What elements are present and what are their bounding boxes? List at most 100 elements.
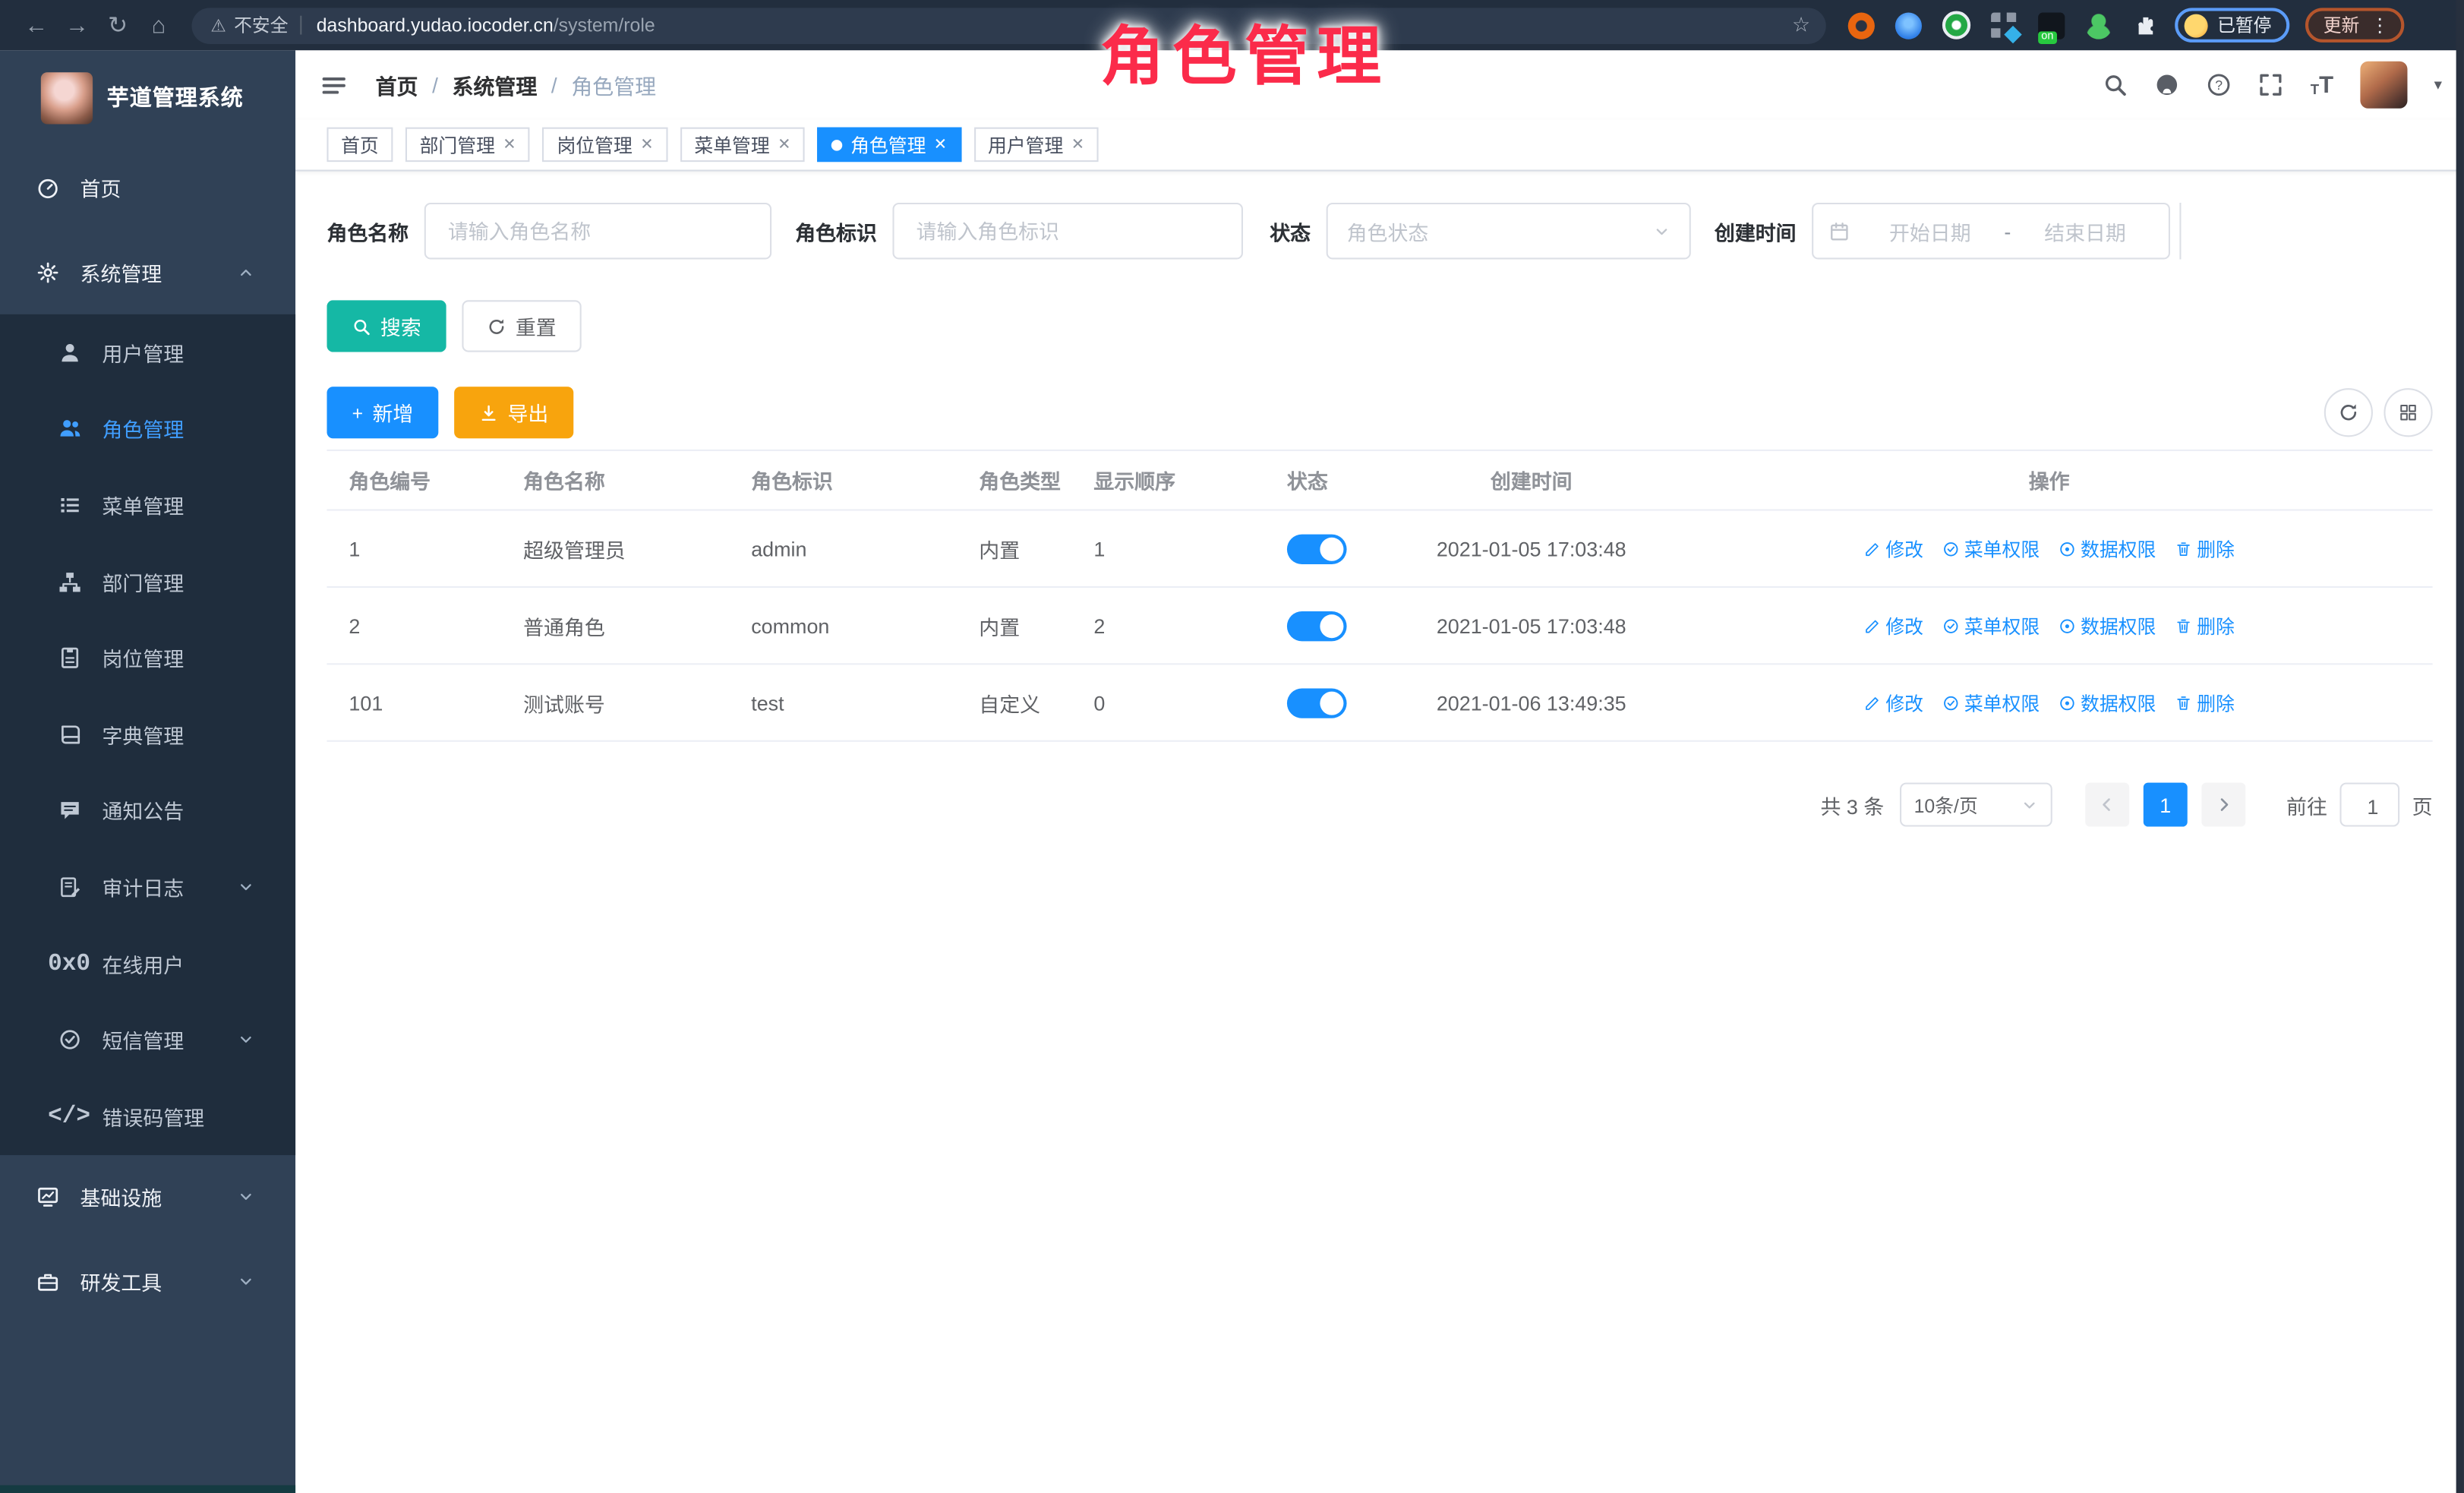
pencil-icon bbox=[1863, 540, 1881, 557]
tab-menu-mgmt[interactable]: 菜单管理 ✕ bbox=[680, 128, 805, 163]
browser-back-icon[interactable]: ← bbox=[16, 6, 57, 44]
address-bar[interactable]: ⚠ 不安全 dashboard.yudao.iocoder.cn /system… bbox=[191, 7, 1825, 43]
chevron-right-icon bbox=[2214, 795, 2233, 814]
circle-check-icon bbox=[1942, 617, 1960, 634]
sidebar-bottom-strip bbox=[0, 1485, 295, 1493]
delete-link[interactable]: 删除 bbox=[2175, 612, 2235, 639]
sidebar-item-online-users[interactable]: 0x0在线用户 bbox=[0, 925, 295, 1002]
sidebar-item-role-mgmt[interactable]: 角色管理 bbox=[0, 390, 295, 467]
extension-icon[interactable] bbox=[1848, 12, 1875, 39]
table-header: 角色编号角色名称角色标识角色类型显示顺序状态创建时间操作 bbox=[327, 451, 2432, 511]
role-key-field[interactable] bbox=[913, 218, 1223, 245]
filter-form: 角色名称 角色标识 状态 角色状态 创建时间 bbox=[327, 203, 2432, 260]
data-permission-link[interactable]: 数据权限 bbox=[2059, 535, 2156, 562]
extension-icon[interactable] bbox=[2085, 12, 2112, 39]
breadcrumb-system[interactable]: 系统管理 bbox=[453, 69, 538, 100]
status-select[interactable]: 角色状态 bbox=[1327, 203, 1691, 260]
close-icon[interactable]: ✕ bbox=[934, 136, 947, 153]
delete-link[interactable]: 删除 bbox=[2175, 689, 2235, 715]
browser-forward-icon[interactable]: → bbox=[57, 6, 98, 44]
start-date-placeholder: 开始日期 bbox=[1862, 216, 1998, 246]
sidebar-item-post-mgmt[interactable]: 岗位管理 bbox=[0, 620, 295, 696]
refresh-table-button[interactable] bbox=[2324, 388, 2373, 437]
help-icon[interactable]: ? bbox=[2207, 72, 2232, 97]
profile-paused-chip[interactable]: 已暂停 bbox=[2175, 8, 2289, 43]
close-icon[interactable]: ✕ bbox=[640, 136, 653, 153]
sidebar-item-dev-tools[interactable]: 研发工具 bbox=[0, 1239, 295, 1324]
sidebar-item-menu-mgmt[interactable]: 菜单管理 bbox=[0, 467, 295, 544]
close-icon[interactable]: ✕ bbox=[503, 136, 516, 153]
reset-button[interactable]: 重置 bbox=[462, 300, 581, 352]
browser-home-icon[interactable]: ⌂ bbox=[138, 6, 179, 44]
date-range-picker[interactable]: 开始日期 - 结束日期 bbox=[1812, 203, 2170, 260]
delete-link[interactable]: 删除 bbox=[2175, 535, 2235, 562]
font-size-icon[interactable]: TT bbox=[2311, 73, 2333, 96]
status-toggle[interactable] bbox=[1287, 687, 1347, 717]
bookmark-star-icon[interactable]: ☆ bbox=[1792, 13, 1810, 38]
sidebar-item-sms-mgmt[interactable]: 短信管理 bbox=[0, 1002, 295, 1078]
menu-permission-link[interactable]: 菜单权限 bbox=[1942, 612, 2040, 639]
divider bbox=[2180, 203, 2182, 260]
search-icon[interactable] bbox=[2103, 72, 2128, 97]
extensions-puzzle-icon[interactable] bbox=[2132, 12, 2159, 39]
role-name-input[interactable] bbox=[424, 203, 771, 260]
circle-dot-icon bbox=[2059, 540, 2076, 557]
user-avatar[interactable] bbox=[2360, 62, 2407, 109]
add-button[interactable]: + 新增 bbox=[327, 387, 438, 438]
tab-post-mgmt[interactable]: 岗位管理✕ bbox=[543, 128, 667, 163]
sidebar-item-audit-log[interactable]: 审计日志 bbox=[0, 849, 295, 926]
browser-menu-icon[interactable]: ⋮ bbox=[2366, 14, 2394, 36]
edit-link[interactable]: 修改 bbox=[1863, 689, 1923, 715]
role-name-field[interactable] bbox=[445, 218, 752, 245]
tab-dept-mgmt[interactable]: 部门管理✕ bbox=[405, 128, 530, 163]
status-toggle[interactable] bbox=[1287, 611, 1347, 640]
next-page-button[interactable] bbox=[2201, 783, 2245, 827]
sidebar-item-error-code-mgmt[interactable]: </>错误码管理 bbox=[0, 1078, 295, 1155]
caret-down-icon[interactable]: ▾ bbox=[2434, 76, 2442, 93]
sidebar-item-notice[interactable]: 通知公告 bbox=[0, 772, 295, 849]
update-label: 更新 bbox=[2324, 13, 2360, 38]
tab-role-mgmt[interactable]: 角色管理✕ bbox=[818, 128, 961, 163]
menu-permission-link[interactable]: 菜单权限 bbox=[1942, 535, 2040, 562]
sidebar-item-infrastructure[interactable]: 基础设施 bbox=[0, 1154, 295, 1239]
data-permission-link[interactable]: 数据权限 bbox=[2059, 689, 2156, 715]
extension-icon[interactable] bbox=[1942, 11, 1970, 39]
data-permission-link[interactable]: 数据权限 bbox=[2059, 612, 2156, 639]
cell-actions: 修改菜单权限数据权限删除 bbox=[1666, 612, 2433, 639]
sidebar-item-system-mgmt[interactable]: 系统管理 bbox=[0, 229, 295, 314]
hamburger-icon[interactable] bbox=[320, 71, 347, 98]
menu-permission-link[interactable]: 菜单权限 bbox=[1942, 689, 2040, 715]
breadcrumb-home[interactable]: 首页 bbox=[376, 69, 418, 100]
sidebar-menu: 首页系统管理用户管理角色管理菜单管理部门管理岗位管理字典管理通知公告审计日志0x… bbox=[0, 144, 295, 1324]
column-header: 角色编号 bbox=[327, 466, 501, 495]
column-settings-button[interactable] bbox=[2384, 388, 2432, 437]
page-1-button[interactable]: 1 bbox=[2144, 783, 2188, 827]
tab-user-mgmt[interactable]: 用户管理✕ bbox=[973, 128, 1098, 163]
browser-update-button[interactable]: 更新 ⋮ bbox=[2305, 8, 2403, 43]
sidebar-item-dept-mgmt[interactable]: 部门管理 bbox=[0, 544, 295, 620]
status-toggle[interactable] bbox=[1287, 534, 1347, 563]
fullscreen-icon[interactable] bbox=[2258, 72, 2283, 97]
close-icon[interactable]: ✕ bbox=[1071, 136, 1084, 153]
export-button[interactable]: 导出 bbox=[454, 387, 573, 438]
edit-link[interactable]: 修改 bbox=[1863, 535, 1923, 562]
goto-page-input[interactable] bbox=[2339, 783, 2399, 827]
tab-home[interactable]: 首页 bbox=[327, 128, 393, 163]
extension-icon[interactable] bbox=[1895, 12, 1922, 39]
sidebar-item-user-mgmt[interactable]: 用户管理 bbox=[0, 314, 295, 391]
prev-page-button[interactable] bbox=[2085, 783, 2129, 827]
github-icon[interactable] bbox=[2155, 72, 2180, 97]
tab-label: 菜单管理 bbox=[694, 131, 769, 158]
role-key-input[interactable] bbox=[893, 203, 1243, 260]
sidebar-item-dict-mgmt[interactable]: 字典管理 bbox=[0, 696, 295, 773]
page-size-select[interactable]: 10条/页 bbox=[1900, 783, 2052, 827]
browser-reload-icon[interactable]: ↻ bbox=[97, 6, 138, 44]
logo-row[interactable]: 芋道管理系统 bbox=[0, 50, 295, 144]
extension-icon[interactable] bbox=[1991, 12, 2018, 39]
goto-page-field[interactable] bbox=[2342, 784, 2405, 829]
edit-link[interactable]: 修改 bbox=[1863, 612, 1923, 639]
sidebar-item-home[interactable]: 首页 bbox=[0, 144, 295, 229]
close-icon[interactable]: ✕ bbox=[778, 136, 790, 153]
search-button[interactable]: 搜索 bbox=[327, 300, 446, 352]
extension-icon[interactable] bbox=[2038, 12, 2065, 39]
